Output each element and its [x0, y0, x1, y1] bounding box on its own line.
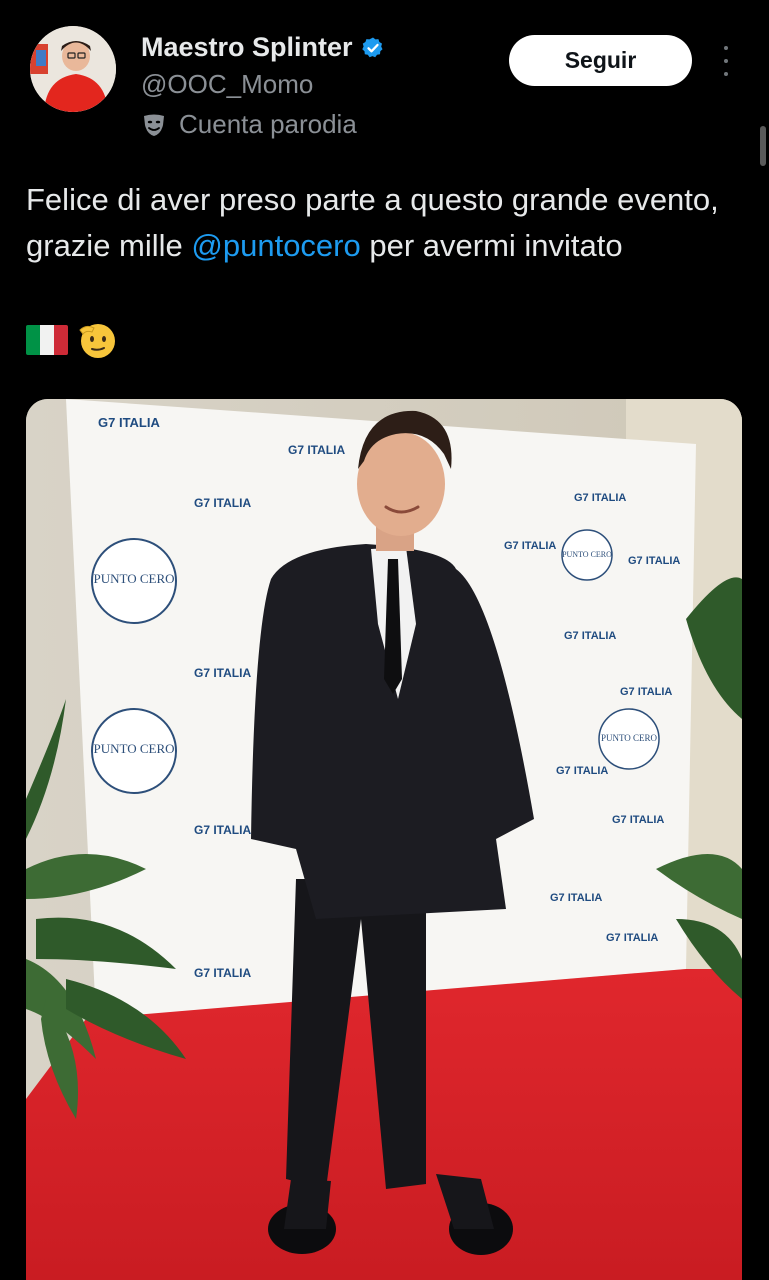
tweet-text: Felice di aver preso parte a questo gran…: [26, 177, 746, 269]
mention-link[interactable]: @puntocero: [191, 228, 360, 263]
follow-button[interactable]: Seguir: [509, 35, 692, 86]
svg-text:G7 ITALIA: G7 ITALIA: [288, 443, 345, 457]
svg-text:PUNTO CERO: PUNTO CERO: [93, 741, 174, 756]
author-display-name[interactable]: Maestro Splinter: [141, 32, 353, 63]
tweet-media-photo[interactable]: G7 ITALIA G7 ITALIA G7 ITALIA G7 ITALIA …: [26, 399, 742, 1280]
parody-label-row: Cuenta parodia: [141, 109, 357, 140]
tweet-text-part2: per avermi invitato: [360, 228, 623, 263]
svg-text:G7 ITALIA: G7 ITALIA: [606, 932, 658, 944]
svg-text:G7 ITALIA: G7 ITALIA: [556, 765, 608, 777]
svg-text:PUNTO CERO: PUNTO CERO: [562, 550, 612, 559]
svg-text:G7 ITALIA: G7 ITALIA: [194, 666, 251, 680]
tweet-header: Maestro Splinter @OOC_Momo Cuenta parodi…: [0, 0, 769, 160]
svg-text:G7 ITALIA: G7 ITALIA: [550, 892, 602, 904]
svg-text:PUNTO CERO: PUNTO CERO: [93, 571, 174, 586]
scrollbar-thumb[interactable]: [760, 126, 766, 166]
italy-flag-icon: [26, 325, 68, 355]
svg-text:G7 ITALIA: G7 ITALIA: [628, 555, 680, 567]
svg-text:G7 ITALIA: G7 ITALIA: [98, 415, 160, 430]
svg-text:G7 ITALIA: G7 ITALIA: [504, 540, 556, 552]
parody-account-label: Cuenta parodia: [179, 109, 357, 139]
svg-text:PUNTO CERO: PUNTO CERO: [601, 733, 658, 743]
saluting-face-icon: [79, 324, 115, 358]
author-name-row: Maestro Splinter: [141, 32, 385, 63]
svg-text:G7 ITALIA: G7 ITALIA: [564, 630, 616, 642]
svg-text:G7 ITALIA: G7 ITALIA: [194, 823, 251, 837]
svg-text:G7 ITALIA: G7 ITALIA: [612, 814, 664, 826]
more-options-icon[interactable]: [716, 46, 736, 76]
svg-text:G7 ITALIA: G7 ITALIA: [620, 686, 672, 698]
svg-text:G7 ITALIA: G7 ITALIA: [194, 496, 251, 510]
avatar-image: [30, 26, 116, 112]
event-photo: G7 ITALIA G7 ITALIA G7 ITALIA G7 ITALIA …: [26, 399, 742, 1280]
svg-text:G7 ITALIA: G7 ITALIA: [194, 966, 251, 980]
theater-mask-icon: [144, 114, 164, 136]
verified-badge-icon: [361, 37, 383, 57]
avatar[interactable]: [30, 26, 116, 112]
author-handle[interactable]: @OOC_Momo: [141, 69, 313, 100]
emoji-row: [26, 320, 118, 360]
svg-text:G7 ITALIA: G7 ITALIA: [574, 492, 626, 504]
